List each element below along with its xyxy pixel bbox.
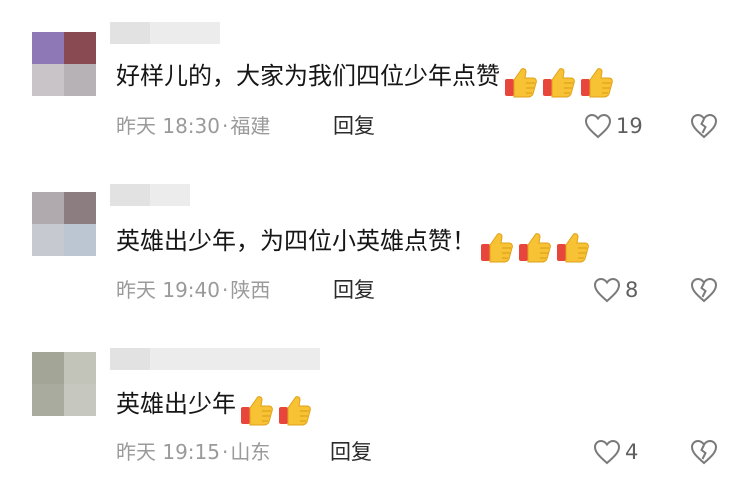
broken-heart-icon[interactable] bbox=[690, 276, 718, 304]
thumbs-up-emoji bbox=[557, 233, 589, 263]
heart-outline-icon bbox=[593, 439, 621, 465]
like-count: 19 bbox=[616, 114, 643, 138]
heart-outline-icon bbox=[584, 113, 612, 139]
reply-button[interactable]: 回复 bbox=[333, 112, 375, 140]
avatar[interactable] bbox=[32, 32, 96, 96]
comment-text-content: 好样儿的，大家为我们四位少年点赞 bbox=[116, 62, 500, 90]
thumbs-up-emoji-group bbox=[502, 64, 616, 100]
thumbs-up-emoji bbox=[279, 396, 311, 426]
reply-button[interactable]: 回复 bbox=[333, 276, 375, 304]
thumbs-up-emoji bbox=[543, 68, 575, 98]
thumbs-up-emoji bbox=[505, 68, 537, 98]
heart-outline-icon bbox=[593, 277, 621, 303]
comment-text-content: 英雄出少年 bbox=[116, 390, 236, 418]
meta-separator: · bbox=[222, 440, 229, 464]
comment-text: 英雄出少年 bbox=[116, 388, 314, 426]
thumbs-up-emoji bbox=[519, 233, 551, 263]
reply-button[interactable]: 回复 bbox=[330, 438, 372, 466]
comment-location: 山东 bbox=[230, 440, 271, 464]
like-count: 8 bbox=[625, 278, 639, 302]
like-button[interactable]: 19 bbox=[584, 112, 643, 140]
comment-meta: 昨天 19:40 · 陕西 bbox=[116, 276, 270, 304]
meta-separator: · bbox=[222, 114, 229, 138]
thumbs-up-emoji bbox=[581, 68, 613, 98]
comment-meta: 昨天 19:15 · 山东 bbox=[116, 438, 270, 466]
comment-meta: 昨天 18:30 · 福建 bbox=[116, 112, 270, 140]
username-blurred[interactable] bbox=[110, 184, 190, 206]
comment-text: 好样儿的，大家为我们四位少年点赞 bbox=[116, 60, 616, 98]
comment-time: 昨天 18:30 bbox=[116, 114, 220, 138]
like-button[interactable]: 8 bbox=[593, 276, 638, 304]
comment-text-content: 英雄出少年，为四位小英雄点赞！ bbox=[116, 227, 476, 255]
broken-heart-icon[interactable] bbox=[690, 438, 718, 466]
thumbs-up-emoji bbox=[481, 233, 513, 263]
avatar[interactable] bbox=[32, 352, 96, 416]
avatar[interactable] bbox=[32, 192, 96, 256]
thumbs-up-emoji-group bbox=[238, 392, 314, 428]
comment-time: 昨天 19:40 bbox=[116, 278, 220, 302]
comment-location: 福建 bbox=[230, 114, 271, 138]
meta-separator: · bbox=[222, 278, 229, 302]
comment-time: 昨天 19:15 bbox=[116, 440, 220, 464]
thumbs-up-emoji-group bbox=[478, 229, 592, 265]
thumbs-up-emoji bbox=[241, 396, 273, 426]
like-count: 4 bbox=[625, 440, 639, 464]
comment-text: 英雄出少年，为四位小英雄点赞！ bbox=[116, 225, 592, 263]
comment-location: 陕西 bbox=[230, 278, 271, 302]
like-button[interactable]: 4 bbox=[593, 438, 638, 466]
username-blurred[interactable] bbox=[110, 348, 320, 370]
broken-heart-icon[interactable] bbox=[690, 112, 718, 140]
username-blurred[interactable] bbox=[110, 22, 220, 44]
